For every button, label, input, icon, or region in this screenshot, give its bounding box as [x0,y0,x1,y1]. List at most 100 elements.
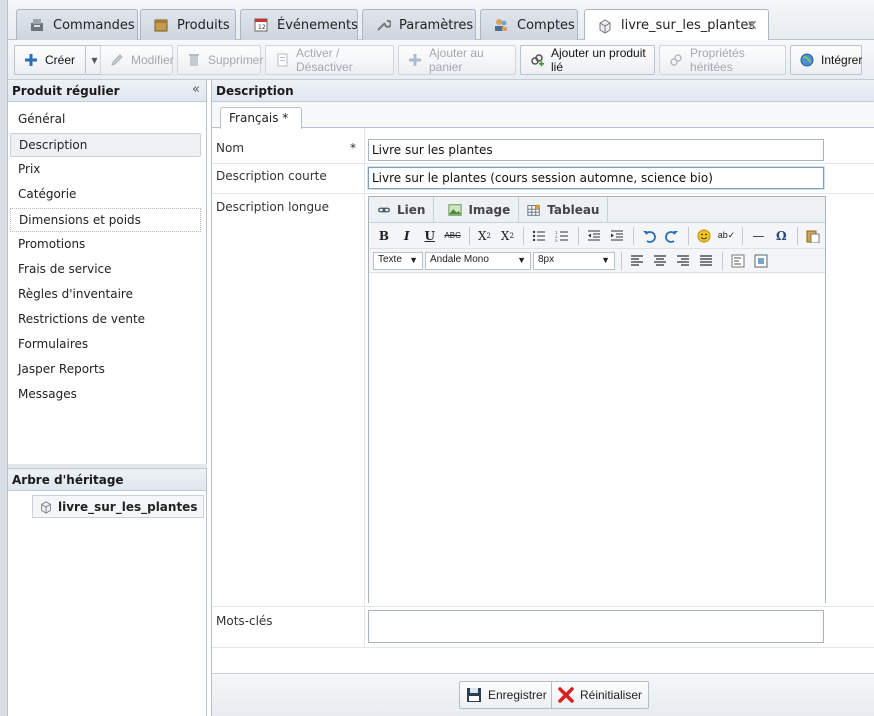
nav-item-restrictions-vente[interactable]: Restrictions de vente [10,308,201,332]
tree-node-product[interactable]: livre_sur_les_plantes [32,495,205,518]
short-description-input[interactable]: Livre sur le plantes (cours session auto… [368,167,824,189]
horizontal-rule-icon[interactable]: — [747,226,769,246]
bold-button[interactable]: B [373,226,395,246]
inherited-properties-button[interactable]: Propriétés héritées [659,45,786,75]
add-linked-product-button[interactable]: Ajouter un produit lié [520,45,655,75]
delete-button[interactable]: Supprimer [177,45,263,75]
editor-tab-image[interactable]: Image [434,197,520,223]
collapse-icon[interactable]: « [192,82,200,97]
align-left-icon[interactable] [626,251,648,271]
close-icon[interactable]: ✕ [746,18,758,34]
chevron-down-icon: ▼ [601,254,610,265]
nav-item-regles-inventaire[interactable]: Règles d'inventaire [10,283,201,307]
nav-item-prix[interactable]: Prix [10,158,201,182]
redo-icon[interactable] [661,226,683,246]
keywords-input[interactable] [368,610,824,643]
create-button[interactable]: Créer [14,45,86,75]
nav-item-general[interactable]: Général [10,108,201,132]
nav-item-frais-service[interactable]: Frais de service [10,258,201,282]
strikethrough-button[interactable]: ABC [442,226,464,246]
save-button[interactable]: Enregistrer [459,681,554,709]
language-tabs: Français * [212,102,874,129]
rich-text-editor: Lien Image Tableau B I U ABC X2 X2 1 2 3… [368,196,826,603]
form-footer: Enregistrer Réinitialiser [212,673,874,716]
tab-comptes[interactable]: Comptes [480,9,578,40]
underline-button[interactable]: U [419,226,441,246]
table-icon [527,203,541,217]
indent-icon[interactable] [606,226,628,246]
reset-button[interactable]: Réinitialiser [551,681,650,709]
nav-item-categorie[interactable]: Catégorie [10,183,201,207]
numbered-list-icon[interactable]: 123 [551,226,573,246]
tab-parametres[interactable]: Paramètres [362,9,476,40]
integrate-button[interactable]: Intégrer [790,45,862,75]
nav-item-jasper-reports[interactable]: Jasper Reports [10,358,201,382]
nav-item-messages[interactable]: Messages [10,383,201,407]
subscript-button[interactable]: X2 [474,226,496,246]
description-header: Description [212,80,874,102]
link-add-icon [529,52,545,68]
undo-icon[interactable] [638,226,660,246]
paste-icon[interactable] [802,226,824,246]
pencil-icon [109,52,125,68]
editor-format-toolbar: B I U ABC X2 X2 123 ab✓ — Ω [369,223,825,249]
trash-icon [186,52,202,68]
align-right-icon[interactable] [672,251,694,271]
name-label: Nom [216,141,245,155]
spellcheck-icon[interactable]: ab✓ [716,226,738,246]
inheritance-tree-panel: Arbre d'héritage livre_sur_les_plantes [8,468,207,716]
left-edge-strip [0,0,8,716]
toolbar-separator [722,251,723,270]
add-to-cart-button[interactable]: Ajouter au panier [398,45,516,75]
font-select[interactable]: Andale Mono ▼ [425,251,531,270]
row-short-description: Description courte Livre sur le plantes … [212,164,874,194]
svg-text:12: 12 [258,24,266,31]
image-icon [448,203,463,217]
toolbar: Créer ▼ Modifier Supprimer Activer / Dés… [8,40,874,80]
nav-item-formulaires[interactable]: Formulaires [10,333,201,357]
register-icon [29,17,45,33]
short-description-label: Description courte [216,169,327,183]
bullet-list-icon[interactable] [528,226,550,246]
superscript-button[interactable]: X2 [496,226,518,246]
toolbar-separator [742,226,744,245]
tab-commandes[interactable]: Commandes [16,9,138,40]
tab-produits[interactable]: Produits [140,9,236,40]
align-center-icon[interactable] [649,251,671,271]
source-code-icon[interactable] [727,251,749,271]
toggle-active-button[interactable]: Activer / Désactiver [265,45,394,75]
users-icon [493,17,509,33]
fullscreen-icon[interactable] [750,251,772,271]
special-char-icon[interactable]: Ω [770,226,792,246]
font-size-select[interactable]: 8px ▼ [533,251,615,270]
editor-tab-table[interactable]: Tableau [519,197,609,223]
editor-tabs: Lien Image Tableau [369,197,825,223]
wrench-icon [375,17,392,33]
nav-item-dimensions[interactable]: Dimensions et poids [10,208,201,232]
name-input[interactable]: Livre sur les plantes [368,139,824,161]
long-description-label: Description longue [216,200,330,214]
box-icon [153,17,169,33]
cube-icon [597,18,613,34]
plus-icon [407,52,423,68]
tab-evenements[interactable]: 12 Événements [240,9,358,40]
toolbar-separator [468,226,470,245]
editor-tab-link[interactable]: Lien [369,197,435,223]
tab-francais[interactable]: Français * [220,107,302,129]
tab-bar: Commandes Produits 12 Événements Paramèt… [8,0,874,41]
emoticon-icon[interactable] [693,226,715,246]
plus-icon [23,52,39,68]
italic-button[interactable]: I [396,226,418,246]
tab-livre-sur-les-plantes[interactable]: livre_sur_les_plantes ✕ [584,9,769,41]
format-select[interactable]: Texte ▼ [373,251,423,270]
outdent-icon[interactable] [583,226,605,246]
nav-item-description[interactable]: Description [10,133,201,157]
keywords-label: Mots-clés [216,614,273,628]
document-icon [274,52,290,68]
floppy-disk-icon [466,687,482,703]
modify-button[interactable]: Modifier [100,45,174,75]
nav-item-promotions[interactable]: Promotions [10,233,201,257]
toolbar-separator [578,226,580,245]
align-justify-icon[interactable] [695,251,717,271]
editor-content-area[interactable] [369,273,825,603]
